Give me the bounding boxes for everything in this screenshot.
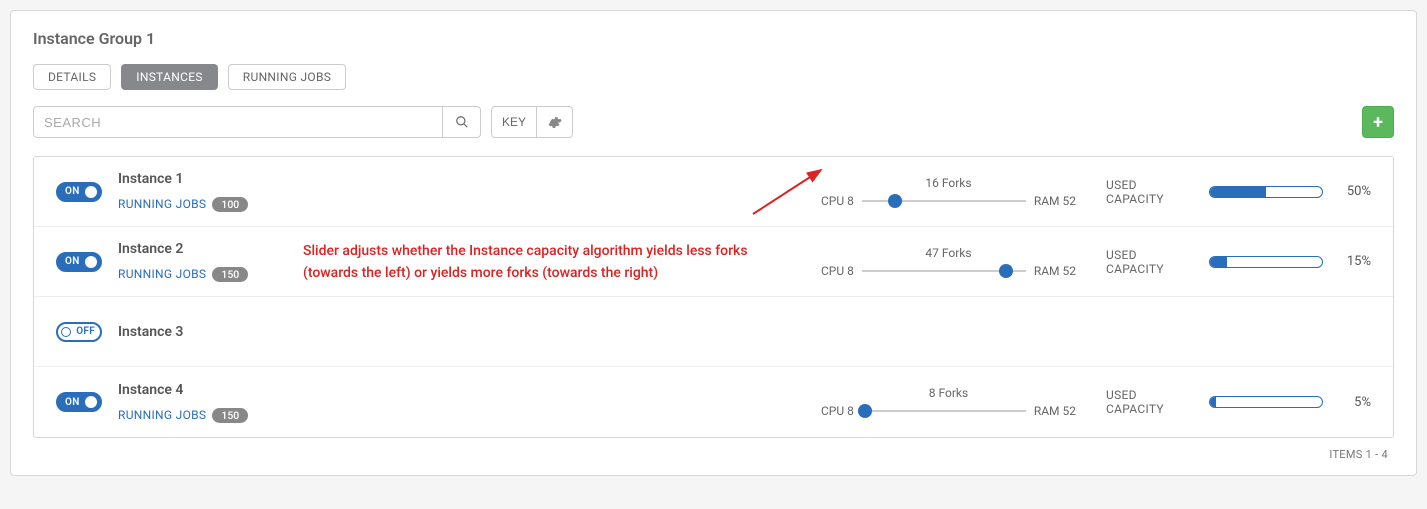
toggle-label: ON	[65, 397, 80, 408]
cpu-label: CPU 8	[821, 264, 854, 278]
capacity-percent: 5%	[1335, 395, 1371, 410]
ram-label: RAM 52	[1034, 194, 1076, 208]
instance-list: ON Instance 1 RUNNING JOBS 100 16 Forks CPU 8…	[33, 156, 1394, 438]
toggle-switch[interactable]: ON	[56, 392, 102, 412]
items-count: ITEMS 1 - 4	[33, 438, 1394, 465]
running-jobs: RUNNING JOBS 100	[118, 193, 338, 212]
slider-thumb[interactable]	[999, 264, 1013, 278]
instance-row: ON Instance 1 RUNNING JOBS 100 16 Forks CPU 8…	[34, 157, 1393, 227]
toggle-switch[interactable]: ON	[56, 252, 102, 272]
tab-running-jobs[interactable]: RUNNING JOBS	[228, 64, 346, 90]
key-button[interactable]: KEY	[491, 106, 537, 138]
forks-label: 8 Forks	[929, 386, 968, 400]
capacity-fill	[1210, 257, 1227, 267]
instance-name: Instance 2	[118, 241, 338, 257]
toggle-knob	[61, 327, 71, 337]
search-icon	[455, 115, 469, 129]
capacity-percent: 15%	[1335, 254, 1371, 269]
tab-details[interactable]: DETAILS	[33, 64, 111, 90]
slider-track[interactable]	[862, 410, 1026, 412]
tab-instances[interactable]: INSTANCES	[121, 64, 218, 90]
toggle-label: ON	[65, 186, 80, 197]
name-block: Instance 1 RUNNING JOBS 100	[118, 171, 338, 212]
panel: Instance Group 1 DETAILS INSTANCES RUNNI…	[10, 10, 1417, 476]
instance-name: Instance 3	[118, 324, 338, 340]
name-block: Instance 4 RUNNING JOBS 150	[118, 382, 338, 423]
toggle-knob	[85, 186, 97, 198]
capacity-label: USED CAPACITY	[1106, 248, 1197, 276]
running-jobs-link[interactable]: RUNNING JOBS	[118, 408, 206, 422]
jobs-badge: 150	[212, 267, 248, 282]
jobs-badge: 100	[212, 197, 248, 212]
capacity-bar	[1209, 396, 1323, 408]
toolbar: KEY +	[33, 106, 1394, 138]
toggle-switch[interactable]: OFF	[56, 322, 102, 342]
slider-track[interactable]	[862, 200, 1026, 202]
plus-icon: +	[1373, 112, 1383, 133]
running-jobs: RUNNING JOBS 150	[118, 404, 338, 423]
key-group: KEY	[491, 106, 573, 138]
running-jobs: RUNNING JOBS 150	[118, 263, 338, 282]
toggle-knob	[85, 256, 97, 268]
cpu-label: CPU 8	[821, 194, 854, 208]
capacity-label: USED CAPACITY	[1106, 178, 1197, 206]
name-block: Instance 2 RUNNING JOBS 150	[118, 241, 338, 282]
name-block: Instance 3	[118, 324, 338, 340]
cpu-label: CPU 8	[821, 404, 854, 418]
add-button[interactable]: +	[1362, 106, 1394, 138]
capacity-block: USED CAPACITY 50%	[1106, 178, 1371, 206]
running-jobs-link[interactable]: RUNNING JOBS	[118, 197, 206, 211]
forks-slider: 8 Forks CPU 8 RAM 52	[821, 386, 1076, 418]
capacity-block: USED CAPACITY 15%	[1106, 248, 1371, 276]
capacity-bar	[1209, 186, 1323, 198]
search-group	[33, 106, 481, 138]
forks-label: 16 Forks	[925, 176, 971, 190]
capacity-fill	[1210, 397, 1216, 407]
capacity-percent: 50%	[1335, 184, 1371, 199]
gear-icon	[547, 115, 562, 130]
jobs-badge: 150	[212, 408, 248, 423]
instance-name: Instance 4	[118, 382, 338, 398]
search-button[interactable]	[443, 106, 481, 138]
instance-row: ON Instance 2 RUNNING JOBS 150 47 Forks CPU 8…	[34, 227, 1393, 297]
toggle-label: OFF	[76, 326, 95, 337]
ram-label: RAM 52	[1034, 404, 1076, 418]
forks-slider: 16 Forks CPU 8 RAM 52	[821, 176, 1076, 208]
tabs: DETAILS INSTANCES RUNNING JOBS	[33, 64, 1394, 90]
page-title: Instance Group 1	[33, 29, 1394, 48]
forks-slider: 47 Forks CPU 8 RAM 52	[821, 246, 1076, 278]
forks-label: 47 Forks	[925, 246, 971, 260]
toggle-switch[interactable]: ON	[56, 182, 102, 202]
capacity-fill	[1210, 187, 1266, 197]
search-input[interactable]	[33, 106, 443, 138]
toggle-label: ON	[65, 256, 80, 267]
capacity-bar	[1209, 256, 1323, 268]
instance-row: ON Instance 4 RUNNING JOBS 150 8 Forks CPU 8 R…	[34, 367, 1393, 437]
toggle-knob	[85, 396, 97, 408]
settings-button[interactable]	[537, 106, 573, 138]
capacity-block: USED CAPACITY 5%	[1106, 388, 1371, 416]
capacity-label: USED CAPACITY	[1106, 388, 1197, 416]
running-jobs-link[interactable]: RUNNING JOBS	[118, 267, 206, 281]
slider-track[interactable]	[862, 270, 1026, 272]
instance-row: OFF Instance 3	[34, 297, 1393, 367]
slider-thumb[interactable]	[888, 194, 902, 208]
instance-name: Instance 1	[118, 171, 338, 187]
slider-thumb[interactable]	[858, 404, 872, 418]
ram-label: RAM 52	[1034, 264, 1076, 278]
